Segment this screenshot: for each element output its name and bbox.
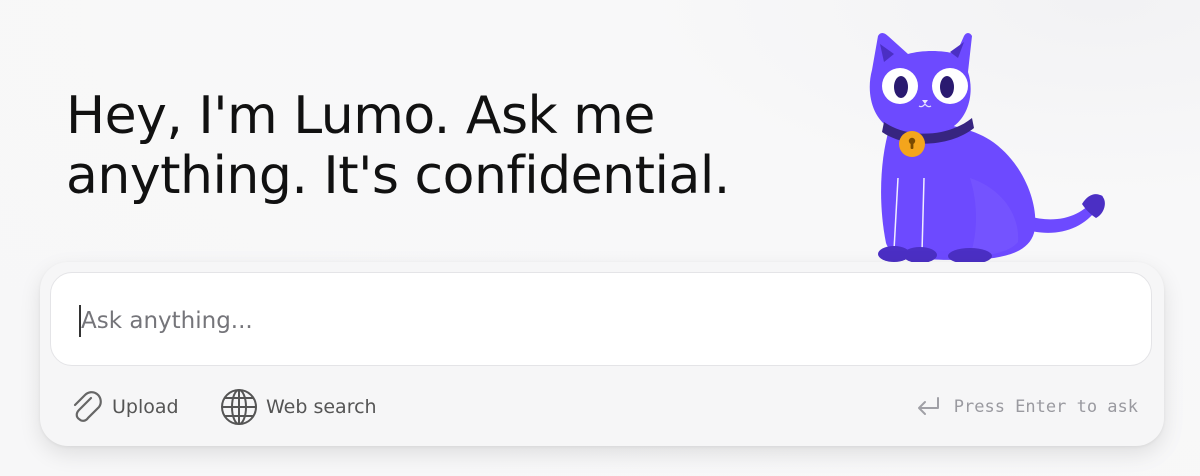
- web-search-button[interactable]: Web search: [220, 387, 377, 427]
- prompt-input[interactable]: [79, 303, 1121, 339]
- chat-composer: Upload Web search Press Enter to ask: [40, 262, 1164, 446]
- prompt-input-container[interactable]: [50, 272, 1152, 366]
- submit-hint-text: Press Enter to ask: [953, 397, 1138, 417]
- paperclip-icon: [73, 391, 102, 422]
- enter-key-icon: [917, 397, 939, 415]
- greeting-line-1: Hey, I'm Lumo. Ask me: [66, 86, 655, 146]
- upload-button[interactable]: Upload: [68, 387, 179, 427]
- greeting-line-2: anything. It's confidential.: [66, 146, 730, 206]
- web-search-label: Web search: [266, 396, 377, 418]
- cat-mascot-illustration: [869, 33, 1105, 264]
- greeting-heading: Hey, I'm Lumo. Ask me anything. It's con…: [66, 86, 730, 206]
- globe-icon: [221, 389, 257, 425]
- upload-label: Upload: [112, 396, 179, 418]
- submit-hint: Press Enter to ask: [914, 392, 1138, 422]
